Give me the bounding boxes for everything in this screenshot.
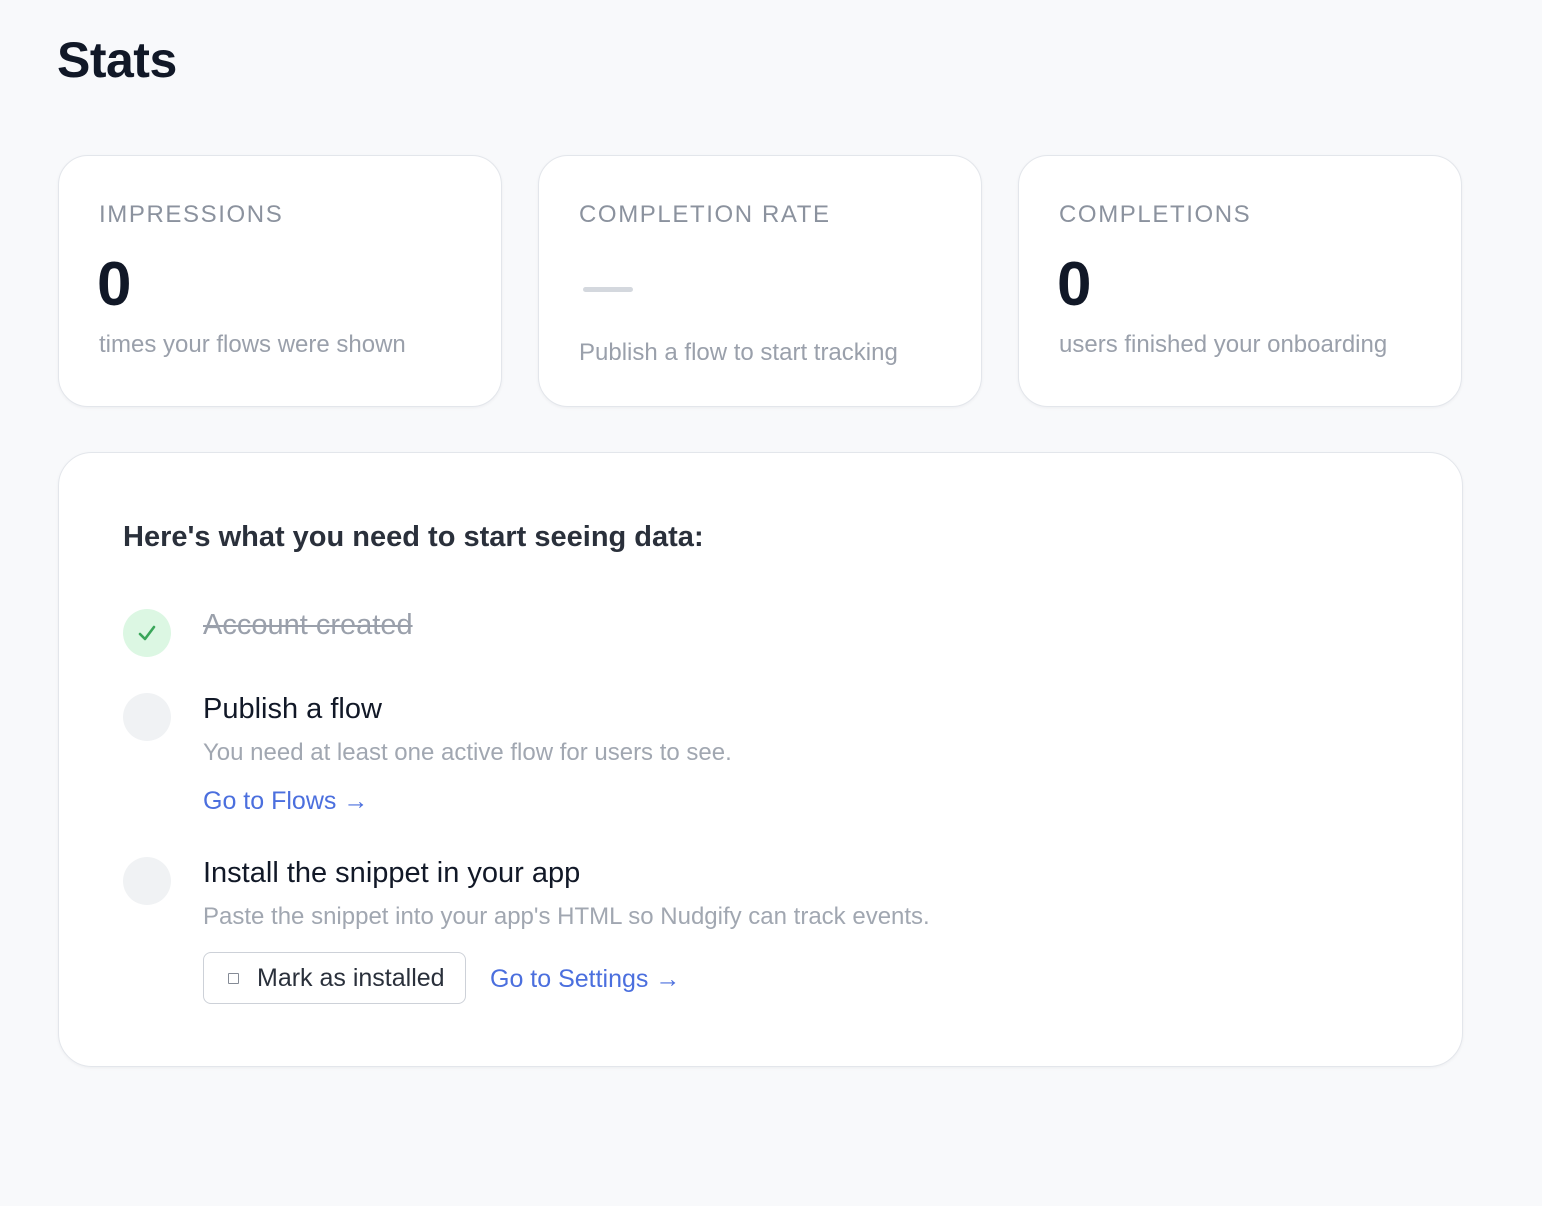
page-title: Stats xyxy=(57,32,177,88)
step-publish-flow-title: Publish a flow xyxy=(203,693,382,725)
checklist-heading: Here's what you need to start seeing dat… xyxy=(123,521,704,553)
step-complete-indicator xyxy=(123,609,171,657)
checkbox-icon[interactable] xyxy=(228,973,239,984)
mark-as-installed-button[interactable]: Mark as installed xyxy=(203,952,466,1004)
mark-as-installed-label: Mark as installed xyxy=(257,964,445,992)
completions-card: COMPLETIONS 0 users finished your onboar… xyxy=(1018,155,1462,407)
completion-rate-empty-dash xyxy=(583,287,633,292)
impressions-label: IMPRESSIONS xyxy=(99,201,284,228)
step-account-created-title: Account created xyxy=(203,609,413,641)
completion-rate-card: COMPLETION RATE Publish a flow to start … xyxy=(538,155,982,407)
step-install-snippet-title: Install the snippet in your app xyxy=(203,857,581,889)
impressions-card: IMPRESSIONS 0 times your flows were show… xyxy=(58,155,502,407)
setup-checklist-card: Here's what you need to start seeing dat… xyxy=(58,452,1463,1067)
completions-value: 0 xyxy=(1057,250,1092,319)
step-publish-flow-description: You need at least one active flow for us… xyxy=(203,739,732,766)
go-to-settings-link[interactable]: Go to Settings → xyxy=(490,964,680,994)
impressions-subtitle: times your flows were shown xyxy=(99,331,406,358)
completion-rate-label: COMPLETION RATE xyxy=(579,201,831,228)
completions-subtitle: users finished your onboarding xyxy=(1059,331,1388,358)
completions-label: COMPLETIONS xyxy=(1059,201,1252,228)
completion-rate-subtitle: Publish a flow to start tracking xyxy=(579,339,898,366)
step-install-snippet-description: Paste the snippet into your app's HTML s… xyxy=(203,903,930,930)
impressions-value: 0 xyxy=(97,250,132,319)
check-icon xyxy=(138,625,156,641)
go-to-flows-link[interactable]: Go to Flows → xyxy=(203,786,368,816)
step-pending-indicator xyxy=(123,693,171,741)
step-pending-indicator xyxy=(123,857,171,905)
